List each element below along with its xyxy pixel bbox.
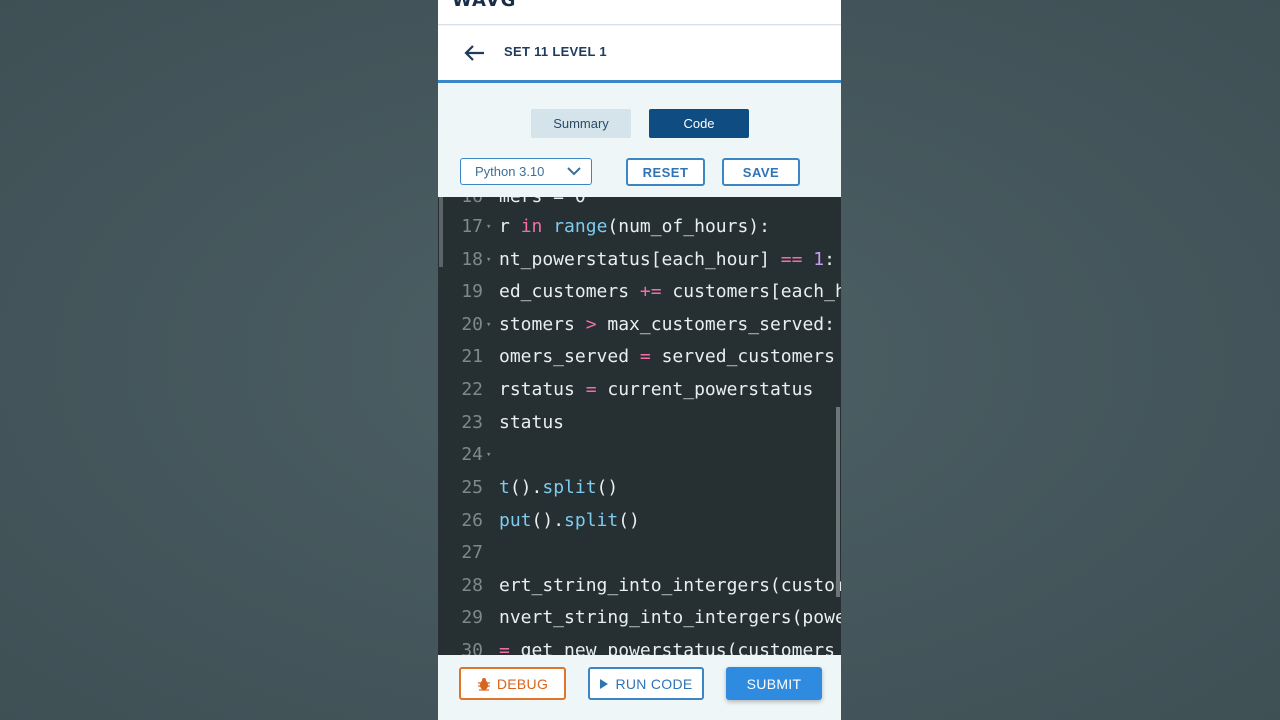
- code-editor[interactable]: 16 mers = 0 17 ▾ r in range(num_of_hours…: [438, 197, 841, 655]
- chevron-down-icon: [567, 167, 581, 176]
- line-number: 23: [461, 412, 483, 433]
- bug-icon: [477, 677, 490, 691]
- back-arrow-icon[interactable]: [462, 42, 488, 64]
- code-line: 21 omers_served = served_customers: [438, 341, 841, 373]
- code-line: 30 = get_new_powerstatus(customers: [438, 635, 841, 655]
- page-title: SET 11 LEVEL 1: [504, 44, 607, 59]
- code-line: 25 t().split(): [438, 472, 841, 504]
- action-bar: DEBUG RUN CODE SUBMIT: [438, 655, 841, 720]
- fold-arrow-icon[interactable]: ▾: [486, 439, 491, 471]
- line-number: 30: [461, 640, 483, 655]
- fold-arrow-icon[interactable]: ▾: [486, 309, 491, 341]
- save-button[interactable]: SAVE: [722, 158, 800, 186]
- line-number: 21: [461, 346, 483, 367]
- header: SET 11 LEVEL 1: [438, 26, 841, 83]
- code-text: ed_customers += customers[each_h: [499, 281, 841, 302]
- run-code-label: RUN CODE: [615, 675, 693, 692]
- play-icon: [600, 678, 609, 689]
- tab-summary[interactable]: Summary: [531, 109, 631, 138]
- line-number: 24: [461, 444, 483, 465]
- reset-button[interactable]: RESET: [626, 158, 705, 186]
- debug-button[interactable]: DEBUG: [459, 667, 566, 700]
- app-window: WAVGTM SET 11 LEVEL 1 Summary Code Pytho…: [438, 0, 841, 720]
- code-line: 18 ▾ nt_powerstatus[each_hour] == 1:: [438, 244, 841, 276]
- code-text: t().split(): [499, 477, 619, 498]
- line-number: 27: [461, 542, 483, 563]
- code-line: 17 ▾ r in range(num_of_hours):: [438, 211, 841, 243]
- code-text: status: [499, 412, 565, 433]
- code-line: 19 ed_customers += customers[each_h: [438, 276, 841, 308]
- language-select[interactable]: Python 3.10: [460, 158, 592, 185]
- code-text: = get_new_powerstatus(customers: [499, 640, 835, 655]
- fold-arrow-icon[interactable]: ▾: [486, 211, 491, 243]
- code-line: 24 ▾: [438, 439, 841, 471]
- code-line: 26 put().split(): [438, 505, 841, 537]
- code-line: 23 status: [438, 407, 841, 439]
- debug-label: DEBUG: [496, 675, 549, 692]
- code-text: rstatus = current_powerstatus: [499, 379, 814, 400]
- code-line: 29 nvert_string_into_intergers(powe: [438, 602, 841, 634]
- line-number: 20: [461, 314, 483, 335]
- line-number: 22: [461, 379, 483, 400]
- line-number: 19: [461, 281, 483, 302]
- code-text: nvert_string_into_intergers(powe: [499, 607, 841, 628]
- line-number: 26: [461, 510, 483, 531]
- line-number: 17: [461, 216, 483, 237]
- code-text: put().split(): [499, 510, 640, 531]
- vertical-scrollbar[interactable]: [836, 407, 840, 597]
- language-select-value: Python 3.10: [475, 164, 545, 179]
- fold-arrow-icon[interactable]: ▾: [486, 244, 491, 276]
- code-line: 27: [438, 537, 841, 569]
- top-bar: WAVGTM: [438, 0, 841, 25]
- code-line: 20 ▾ stomers > max_customers_served:: [438, 309, 841, 341]
- line-number: 18: [461, 249, 483, 270]
- line-number: 29: [461, 607, 483, 628]
- code-text: r in range(num_of_hours):: [499, 216, 770, 237]
- tab-code[interactable]: Code: [649, 109, 749, 138]
- submit-button[interactable]: SUBMIT: [726, 667, 822, 700]
- code-text: ert_string_into_intergers(custom: [499, 575, 841, 596]
- line-number: 28: [461, 575, 483, 596]
- logo: WAVGTM: [452, 0, 528, 11]
- run-code-button[interactable]: RUN CODE: [588, 667, 704, 700]
- line-number: 25: [461, 477, 483, 498]
- code-line: 28 ert_string_into_intergers(custom: [438, 570, 841, 602]
- code-text: stomers > max_customers_served:: [499, 314, 835, 335]
- code-text: omers_served = served_customers: [499, 346, 835, 367]
- code-line: 22 rstatus = current_powerstatus: [438, 374, 841, 406]
- code-text: nt_powerstatus[each_hour] == 1:: [499, 249, 835, 270]
